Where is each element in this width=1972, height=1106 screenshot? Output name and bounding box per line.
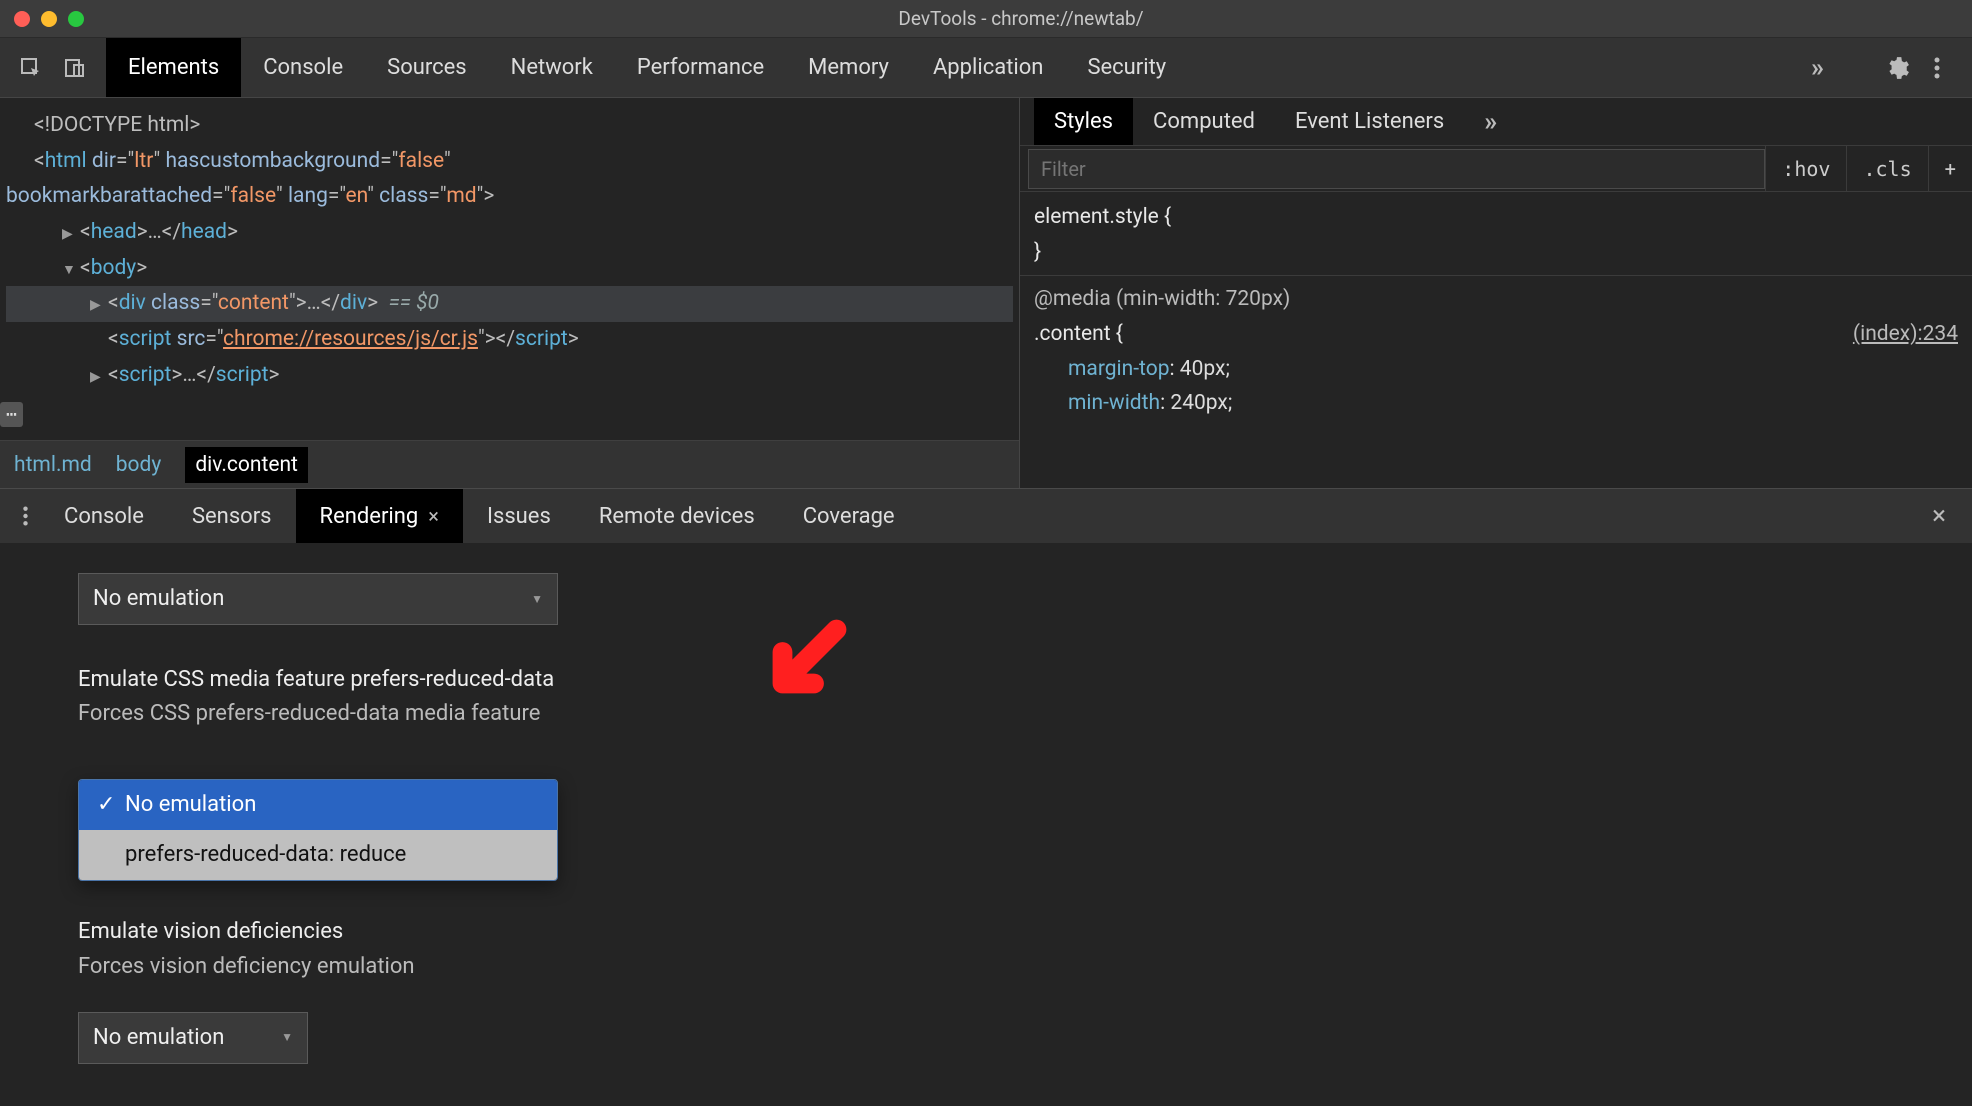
close-rendering-tab-icon[interactable]: × bbox=[428, 504, 439, 528]
tab-application[interactable]: Application bbox=[911, 38, 1065, 97]
rendering-panel: No emulation▼ Emulate CSS media feature … bbox=[0, 543, 1972, 1094]
tab-network[interactable]: Network bbox=[489, 38, 615, 97]
dropdown-option-no-emulation[interactable]: ✓No emulation bbox=[79, 780, 557, 830]
annotation-arrow-icon bbox=[760, 616, 850, 706]
settings-gear-icon[interactable] bbox=[1882, 53, 1912, 83]
tab-performance[interactable]: Performance bbox=[615, 38, 786, 97]
drawer-close-icon[interactable]: × bbox=[1916, 501, 1962, 531]
media-query[interactable]: @media (min-width: 720px) bbox=[1034, 282, 1958, 317]
close-window-button[interactable] bbox=[14, 11, 30, 27]
dom-div-content[interactable]: ▶<div class="content">…</div> == $0 bbox=[6, 286, 1013, 322]
styles-tabbar: Styles Computed Event Listeners » bbox=[1020, 98, 1972, 146]
section-vision-title: Emulate vision deficiencies bbox=[78, 915, 1894, 949]
new-style-rule-button[interactable]: + bbox=[1928, 146, 1972, 191]
content-rule[interactable]: .content {(index):234 bbox=[1034, 317, 1958, 352]
kebab-menu-icon[interactable] bbox=[1922, 53, 1952, 83]
inspect-element-icon[interactable] bbox=[16, 53, 46, 83]
tab-sources[interactable]: Sources bbox=[365, 38, 489, 97]
main-tabbar: Elements Console Sources Network Perform… bbox=[0, 38, 1972, 98]
dom-html-open[interactable]: <html dir="ltr" hascustombackground="fal… bbox=[6, 144, 1013, 180]
check-icon: ✓ bbox=[97, 788, 115, 822]
tab-memory[interactable]: Memory bbox=[786, 38, 911, 97]
section-vision-desc: Forces vision deficiency emulation bbox=[78, 950, 1894, 984]
drawer: Console Sensors Rendering× Issues Remote… bbox=[0, 488, 1972, 1094]
styles-filter-bar: :hov .cls + bbox=[1020, 146, 1972, 192]
dom-tree[interactable]: <!DOCTYPE html> <html dir="ltr" hascusto… bbox=[0, 98, 1019, 440]
prefers-reduced-data-dropdown[interactable]: ✓No emulation prefers-reduced-data: redu… bbox=[78, 779, 558, 881]
cls-toggle[interactable]: .cls bbox=[1846, 146, 1927, 191]
dropdown-option-reduce[interactable]: prefers-reduced-data: reduce bbox=[79, 830, 557, 880]
dom-body[interactable]: ▼<body> bbox=[6, 251, 1013, 287]
drawer-tab-remote-devices[interactable]: Remote devices bbox=[575, 489, 779, 543]
dom-script1[interactable]: <script src="chrome://resources/js/cr.js… bbox=[6, 322, 1013, 358]
section-prefers-reduced-data-title: Emulate CSS media feature prefers-reduce… bbox=[78, 663, 1894, 697]
breadcrumb-div-content[interactable]: div.content bbox=[185, 447, 308, 483]
chevron-down-icon: ▼ bbox=[281, 1028, 293, 1047]
window-title: DevTools - chrome://newtab/ bbox=[84, 7, 1958, 30]
tab-styles[interactable]: Styles bbox=[1034, 98, 1133, 145]
drawer-tab-sensors[interactable]: Sensors bbox=[168, 489, 296, 543]
drawer-tab-console[interactable]: Console bbox=[40, 489, 168, 543]
source-link[interactable]: (index):234 bbox=[1853, 317, 1958, 352]
drawer-tabbar: Console Sensors Rendering× Issues Remote… bbox=[0, 489, 1972, 543]
breadcrumb-html[interactable]: html.md bbox=[14, 453, 92, 477]
element-style-close: } bbox=[1034, 235, 1958, 270]
minimize-window-button[interactable] bbox=[41, 11, 57, 27]
maximize-window-button[interactable] bbox=[68, 11, 84, 27]
breadcrumb-body[interactable]: body bbox=[116, 453, 162, 477]
rule-min-width[interactable]: min-width: 240px; bbox=[1034, 386, 1958, 421]
chevron-down-icon: ▼ bbox=[531, 590, 543, 609]
select-vision-deficiency[interactable]: No emulation▼ bbox=[78, 1012, 308, 1064]
titlebar: DevTools - chrome://newtab/ bbox=[0, 0, 1972, 38]
hov-toggle[interactable]: :hov bbox=[1765, 146, 1846, 191]
section-prefers-reduced-data-desc: Forces CSS prefers-reduced-data media fe… bbox=[78, 697, 1894, 731]
styles-panel[interactable]: element.style { } @media (min-width: 720… bbox=[1020, 192, 1972, 488]
device-toolbar-icon[interactable] bbox=[60, 53, 90, 83]
styles-filter-input[interactable] bbox=[1028, 149, 1765, 189]
tab-security[interactable]: Security bbox=[1065, 38, 1188, 97]
drawer-tab-coverage[interactable]: Coverage bbox=[779, 489, 919, 543]
styles-tabs-overflow-icon[interactable]: » bbox=[1484, 107, 1495, 137]
dom-overflow-ellipsis-icon[interactable]: ⋯ bbox=[0, 402, 23, 427]
tab-computed[interactable]: Computed bbox=[1133, 98, 1275, 145]
drawer-tab-issues[interactable]: Issues bbox=[463, 489, 575, 543]
dom-doctype[interactable]: <!DOCTYPE html> bbox=[6, 108, 1013, 144]
element-style-open[interactable]: element.style { bbox=[1034, 200, 1958, 235]
dom-html-open-line2[interactable]: bookmarkbarattached="false" lang="en" cl… bbox=[6, 179, 1013, 215]
dom-head[interactable]: ▶<head>…</head> bbox=[6, 215, 1013, 251]
window-controls bbox=[14, 11, 84, 27]
tab-elements[interactable]: Elements bbox=[106, 38, 241, 97]
tab-event-listeners[interactable]: Event Listeners bbox=[1275, 98, 1464, 145]
tab-console[interactable]: Console bbox=[241, 38, 365, 97]
select-emulation-1[interactable]: No emulation▼ bbox=[78, 573, 558, 625]
drawer-tab-rendering[interactable]: Rendering× bbox=[296, 489, 463, 543]
rule-margin-top[interactable]: margin-top: 40px; bbox=[1034, 352, 1958, 387]
dom-script2[interactable]: ▶<script>…</script> bbox=[6, 358, 1013, 394]
dom-breadcrumb: html.md body div.content bbox=[0, 440, 1019, 488]
main-tabs-overflow-icon[interactable]: » bbox=[1811, 53, 1822, 83]
drawer-kebab-icon[interactable] bbox=[10, 501, 40, 531]
